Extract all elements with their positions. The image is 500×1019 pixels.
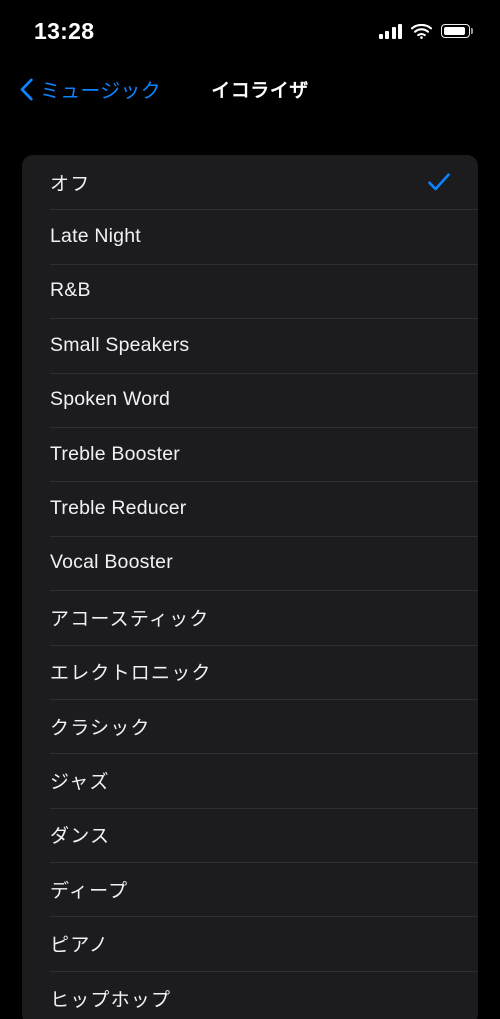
equalizer-preset-list[interactable]: オフ Late Night R&B Small Speakers Spoken Word… xyxy=(22,155,478,1019)
equalizer-preset-row[interactable]: Vocal Booster xyxy=(22,535,478,590)
equalizer-preset-label: ジャズ xyxy=(50,771,110,793)
checkmark-icon xyxy=(426,169,452,195)
wifi-icon xyxy=(411,23,432,39)
equalizer-preset-label: Treble Booster xyxy=(50,442,180,465)
status-bar: 13:28 xyxy=(0,0,500,58)
equalizer-preset-label: ダンス xyxy=(50,826,111,848)
checkmark-icon xyxy=(426,767,452,793)
equalizer-preset-row[interactable]: ピアノ xyxy=(22,916,478,970)
page-title: イコライザ xyxy=(211,80,309,102)
phone-screen: 13:28 ミュージック イコライザ オフ Late Night R&B Sma… xyxy=(0,0,500,1019)
equalizer-preset-row[interactable]: クラシック xyxy=(22,698,478,753)
equalizer-preset-row[interactable]: アコースティック xyxy=(22,590,478,644)
equalizer-preset-row[interactable]: ダンス xyxy=(22,807,478,862)
checkmark-icon xyxy=(426,604,452,630)
equalizer-preset-row[interactable]: ディープ xyxy=(22,862,478,916)
equalizer-preset-row[interactable]: Late Night xyxy=(22,209,478,263)
equalizer-preset-row[interactable]: R&B xyxy=(22,263,478,318)
equalizer-preset-label: Spoken Word xyxy=(50,388,170,411)
equalizer-preset-label: Late Night xyxy=(50,225,141,248)
checkmark-icon xyxy=(426,496,452,522)
equalizer-preset-label: Vocal Booster xyxy=(50,551,173,574)
navigation-bar: ミュージック イコライザ xyxy=(0,58,500,120)
equalizer-preset-label: ディープ xyxy=(50,880,129,902)
equalizer-preset-row[interactable]: Treble Booster xyxy=(22,426,478,481)
equalizer-preset-label: オフ xyxy=(50,173,91,195)
equalizer-preset-row[interactable]: ヒップホップ xyxy=(22,970,478,1019)
checkmark-icon xyxy=(426,659,452,685)
checkmark-icon xyxy=(426,876,452,902)
battery-icon xyxy=(441,24,474,38)
status-bar-clock: 13:28 xyxy=(34,17,95,44)
checkmark-icon xyxy=(426,985,452,1011)
checkmark-icon xyxy=(426,931,452,957)
equalizer-preset-label: ヒップホップ xyxy=(50,989,172,1011)
equalizer-preset-row[interactable]: Small Speakers xyxy=(22,318,478,372)
equalizer-preset-row[interactable]: オフ xyxy=(22,155,478,209)
checkmark-icon xyxy=(426,278,452,304)
equalizer-preset-row[interactable]: Spoken Word xyxy=(22,372,478,427)
equalizer-preset-row[interactable]: Treble Reducer xyxy=(22,481,478,535)
equalizer-preset-label: クラシック xyxy=(50,717,151,739)
checkmark-icon xyxy=(426,224,452,250)
checkmark-icon xyxy=(426,550,452,576)
equalizer-preset-row[interactable]: ジャズ xyxy=(22,753,478,807)
equalizer-preset-label: アコースティック xyxy=(50,608,210,630)
checkmark-icon xyxy=(426,822,452,848)
status-bar-icons xyxy=(378,20,474,39)
equalizer-preset-label: Small Speakers xyxy=(50,333,190,356)
checkmark-icon xyxy=(426,387,452,413)
equalizer-preset-row[interactable]: エレクトロニック xyxy=(22,644,478,699)
equalizer-preset-label: R&B xyxy=(50,279,91,302)
cellular-signal-icon xyxy=(378,23,402,39)
equalizer-preset-label: Treble Reducer xyxy=(50,497,187,520)
equalizer-preset-label: ピアノ xyxy=(50,935,109,957)
checkmark-icon xyxy=(426,713,452,739)
checkmark-icon xyxy=(426,441,452,467)
equalizer-preset-label: エレクトロニック xyxy=(50,663,212,685)
checkmark-icon xyxy=(426,332,452,358)
